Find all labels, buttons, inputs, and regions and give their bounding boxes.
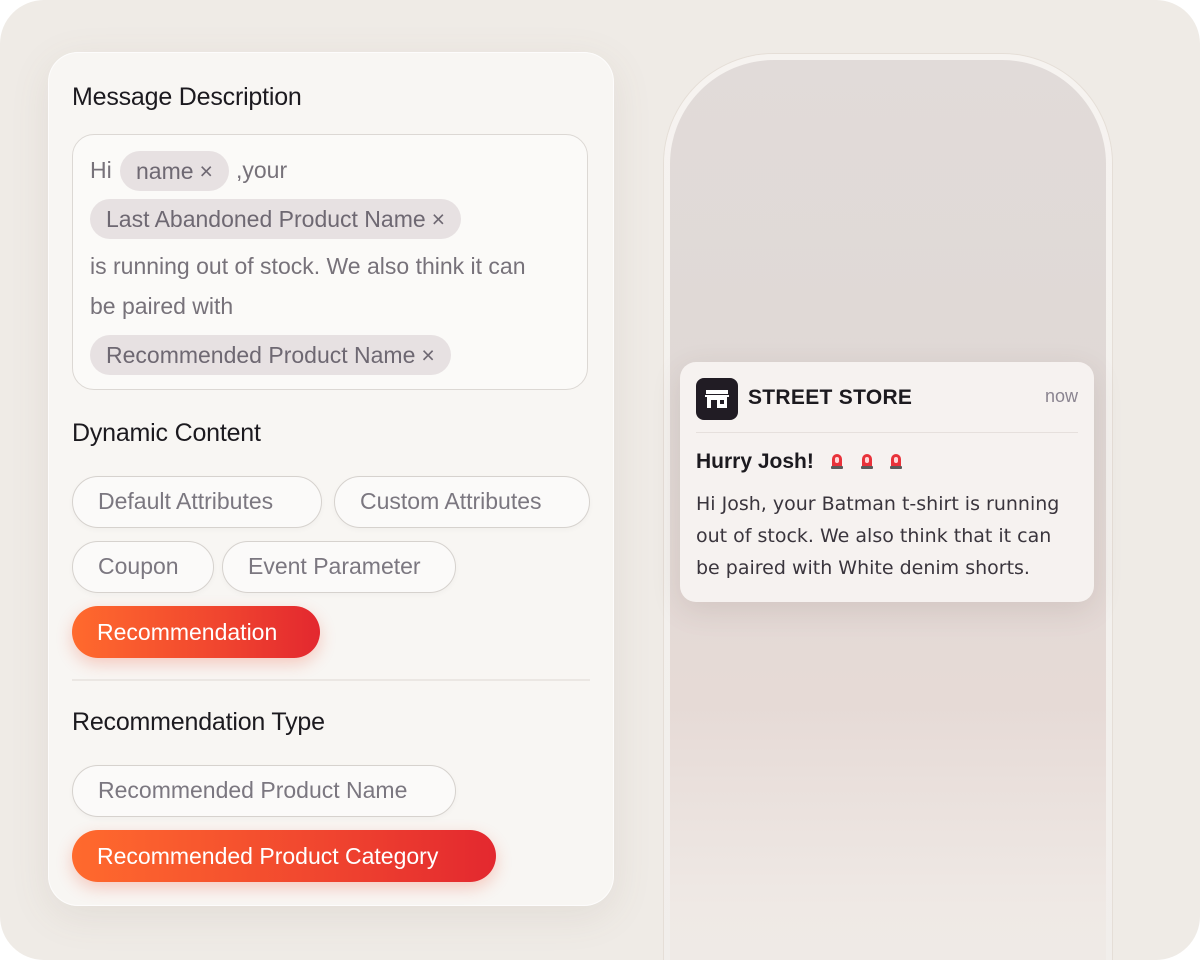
dynamic-option-recommendation[interactable]: Recommendation — [72, 606, 320, 658]
token-label: name — [136, 158, 194, 184]
token-name[interactable]: name × — [120, 151, 229, 191]
dynamic-option-custom-attributes[interactable]: Custom Attributes — [334, 476, 590, 528]
push-notification[interactable]: STREET STORE now Hurry Josh! Hi Josh, yo… — [680, 362, 1094, 602]
rec-type-option-product-category[interactable]: Recommended Product Category — [72, 830, 496, 882]
notification-title: Hurry Josh! — [696, 450, 814, 473]
message-text-after-name: ,your — [236, 157, 288, 183]
token-last-abandoned-product[interactable]: Last Abandoned Product Name × — [90, 199, 462, 239]
notification-title-row: Hurry Josh! — [696, 450, 903, 474]
dynamic-option-coupon[interactable]: Coupon — [72, 541, 214, 593]
remove-token-icon[interactable]: × — [432, 206, 445, 232]
siren-icon — [889, 452, 903, 470]
rec-type-option-product-name[interactable]: Recommended Product Name — [72, 765, 456, 817]
token-label: Last Abandoned Product Name — [106, 206, 426, 232]
notification-body: Hi Josh, your Batman t-shirt is running … — [696, 493, 1060, 579]
canvas: Message Description Hi name × ,your Last … — [0, 0, 1200, 960]
divider — [72, 679, 590, 681]
recommendation-type-title: Recommendation Type — [72, 708, 325, 736]
siren-icon — [860, 452, 874, 470]
message-input[interactable]: Hi name × ,your Last Abandoned Product Na… — [72, 134, 588, 390]
remove-token-icon[interactable]: × — [200, 158, 213, 184]
notification-time: now — [1044, 386, 1078, 406]
app-name: STREET STORE — [748, 386, 913, 409]
siren-icon — [830, 452, 844, 470]
token-recommended-product[interactable]: Recommended Product Name × — [90, 335, 451, 375]
remove-token-icon[interactable]: × — [421, 342, 434, 368]
dynamic-option-default-attributes[interactable]: Default Attributes — [72, 476, 322, 528]
message-text-greeting: Hi — [90, 157, 112, 183]
divider — [696, 432, 1078, 433]
dynamic-option-event-parameter[interactable]: Event Parameter — [222, 541, 456, 593]
message-text-line: be paired with — [90, 293, 234, 319]
store-icon — [696, 378, 738, 420]
dynamic-content-title: Dynamic Content — [72, 419, 261, 447]
message-description-title: Message Description — [72, 83, 302, 111]
token-label: Recommended Product Name — [106, 342, 416, 368]
message-text-line: is running out of stock. We also think i… — [90, 253, 526, 279]
message-editor-card: Message Description Hi name × ,your Last … — [48, 52, 614, 906]
